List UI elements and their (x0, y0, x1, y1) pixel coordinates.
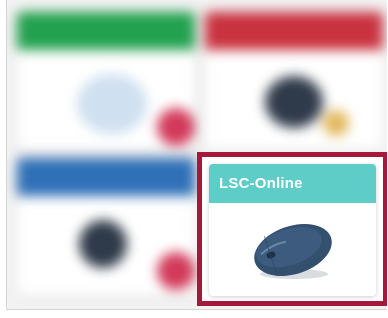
app-tile-blurred-green[interactable] (17, 12, 195, 150)
tile-title: LSC-Online (219, 175, 303, 192)
app-tile-blurred-red[interactable] (205, 12, 383, 150)
tile-body (209, 203, 376, 296)
tile-illustration (265, 76, 323, 128)
tile-badge-icon (157, 108, 195, 146)
app-tile-lsc-online[interactable]: LSC-Online (209, 164, 376, 296)
tile-header: LSC-Online (209, 164, 376, 203)
tile-header (17, 12, 195, 50)
tile-header (17, 158, 195, 196)
tile-badge-icon (323, 110, 349, 136)
computer-mouse-icon (253, 223, 332, 279)
app-tile-blurred-blue[interactable] (17, 158, 195, 296)
tile-illustration (79, 220, 127, 268)
tile-badge-icon (157, 252, 195, 290)
tile-header (205, 12, 383, 50)
app-grid-frame: LSC-Online (6, 0, 387, 310)
highlight-frame: LSC-Online (197, 152, 387, 306)
tile-illustration (77, 74, 147, 134)
